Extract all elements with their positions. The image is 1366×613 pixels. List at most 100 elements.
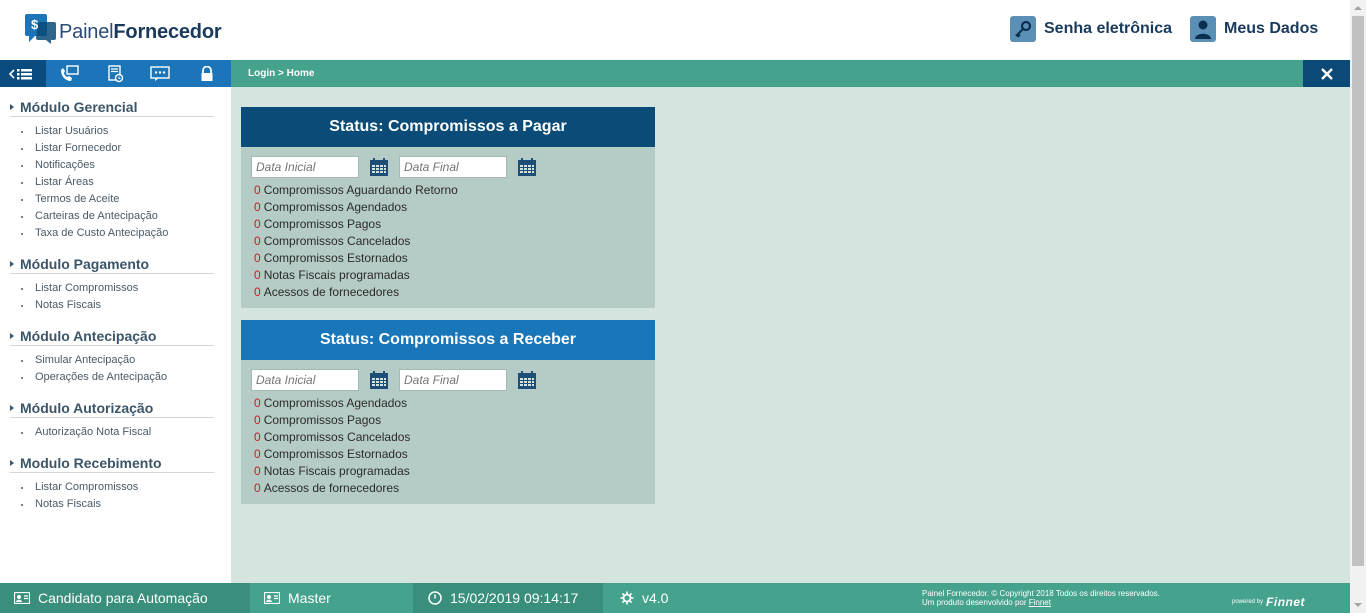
finnet-link[interactable]: Finnet: [1029, 598, 1051, 607]
sidebar-item-autorizacao-nota[interactable]: Autorização Nota Fiscal: [10, 424, 214, 441]
status-line: 0 Compromissos Agendados: [251, 395, 645, 412]
status-count: 0: [254, 251, 261, 265]
card-title: Status: Compromissos a Pagar: [241, 107, 655, 147]
status-label: Compromissos Cancelados: [263, 430, 411, 444]
status-line: 0 Compromissos Estornados: [251, 250, 645, 267]
status-line: 0 Notas Fiscais programadas: [251, 463, 645, 480]
calendar-icon[interactable]: [517, 157, 537, 177]
sidebar-item-listar-compromissos[interactable]: Listar Compromissos: [10, 280, 214, 297]
card-compromissos-pagar: Status: Compromissos a Pagar 0Compromiss…: [241, 107, 655, 308]
status-line: 0 Compromissos Pagos: [251, 216, 645, 233]
status-count: 0: [254, 430, 261, 444]
sidebar-item-carteiras-antecipacao[interactable]: Carteiras de Antecipação: [10, 208, 214, 225]
status-label: Compromissos Cancelados: [263, 234, 411, 248]
footer-user: Candidato para Automação: [0, 583, 250, 613]
scroll-down-icon[interactable]: [1350, 597, 1366, 613]
sidebar-item-taxa-custo[interactable]: Taxa de Custo Antecipação: [10, 225, 214, 242]
status-line: 0 Compromissos Cancelados: [251, 233, 645, 250]
sidebar-item-notas-fiscais[interactable]: Notas Fiscais: [10, 496, 214, 513]
status-count: 0: [254, 481, 261, 495]
gear-icon: [620, 591, 634, 605]
logo-icon: $: [24, 13, 57, 45]
page-header: $ PainelFornecedor Senha eletrônica Meus…: [0, 0, 1350, 60]
copyright-text: Painel Fornecedor. © Copyright 2018 Todo…: [922, 589, 1160, 607]
breadcrumb: Login > Home: [248, 68, 315, 79]
module-title[interactable]: Módulo Gerencial: [10, 97, 214, 117]
status-label: Acessos de fornecedores: [263, 285, 400, 299]
module-title[interactable]: Módulo Pagamento: [10, 254, 214, 274]
page-scrollbar[interactable]: [1350, 0, 1366, 613]
status-count: 0: [254, 447, 261, 461]
logo-text: PainelFornecedor: [59, 21, 222, 43]
footer-bar: Candidato para Automação Master 15/02/20…: [0, 583, 1350, 613]
status-count: 0: [254, 268, 261, 282]
id-card-icon: [14, 592, 30, 604]
phone-icon[interactable]: [46, 60, 92, 87]
status-line: 0 Notas Fiscais programadas: [251, 267, 645, 284]
status-label: Acessos de fornecedores: [263, 481, 400, 495]
close-icon[interactable]: [1303, 60, 1350, 87]
module-title[interactable]: Módulo Autorização: [10, 398, 214, 418]
sidebar-item-termos-aceite[interactable]: Termos de Aceite: [10, 191, 214, 208]
finnet-brand-logo: Finnet: [1266, 595, 1306, 609]
status-line: 0 Compromissos Pagos: [251, 412, 645, 429]
sidebar-item-listar-usuarios[interactable]: Listar Usuários: [10, 123, 214, 140]
module-pagamento: Módulo Pagamento Listar Compromissos Not…: [10, 254, 214, 314]
module-title[interactable]: Modulo Recebimento: [10, 453, 214, 473]
data-inicial-input[interactable]: [251, 155, 359, 178]
sidebar-item-operacoes-antecipacao[interactable]: Operações de Antecipação: [10, 369, 214, 386]
senha-eletronica-label: Senha eletrônica: [1044, 20, 1173, 37]
status-line: 0 Acessos de fornecedores: [251, 284, 645, 301]
document-icon[interactable]: [92, 60, 138, 87]
list-menu-icon[interactable]: [0, 60, 46, 87]
data-final-input[interactable]: [399, 368, 507, 391]
card-title: Status: Compromissos a Receber: [241, 320, 655, 360]
module-antecipacao: Módulo Antecipação Simular Antecipação O…: [10, 326, 214, 386]
calendar-icon[interactable]: [517, 370, 537, 390]
scroll-up-icon[interactable]: [1350, 0, 1366, 16]
status-line: 0 Compromissos Aguardando Retorno: [251, 182, 645, 199]
status-count: 0: [254, 285, 261, 299]
calendar-icon[interactable]: [369, 370, 389, 390]
id-card-icon: [264, 592, 280, 604]
sidebar-item-simular-antecipacao[interactable]: Simular Antecipação: [10, 352, 214, 369]
sidebar-item-listar-fornecedor[interactable]: Listar Fornecedor: [10, 140, 214, 157]
status-count: 0: [254, 217, 261, 231]
footer-role-label: Master: [288, 590, 331, 606]
status-label: Compromissos Estornados: [263, 251, 408, 265]
calendar-icon[interactable]: [369, 157, 389, 177]
nav-icon-group: [0, 60, 231, 87]
sidebar-item-notificacoes[interactable]: Notificações: [10, 157, 214, 174]
footer-datetime: 15/02/2019 09:14:17: [413, 583, 603, 613]
data-inicial-input[interactable]: [251, 368, 359, 391]
sidebar-item-listar-compromissos[interactable]: Listar Compromissos: [10, 479, 214, 496]
status-count: 0: [254, 464, 261, 478]
chat-icon[interactable]: [138, 60, 184, 87]
main-content: Status: Compromissos a Pagar 0Compromiss…: [231, 87, 1350, 583]
lock-icon[interactable]: [184, 60, 230, 87]
meus-dados-label: Meus Dados: [1224, 20, 1319, 37]
footer-datetime-value: 15/02/2019 09:14:17: [450, 590, 579, 606]
meus-dados-link[interactable]: Meus Dados: [1190, 15, 1318, 43]
status-count: 0: [254, 200, 261, 214]
sidebar-item-notas-fiscais[interactable]: Notas Fiscais: [10, 297, 214, 314]
status-label: Compromissos Pagos: [263, 217, 382, 231]
powered-by-label: powered by: [1232, 599, 1264, 605]
status-label: Compromissos Estornados: [263, 447, 408, 461]
scrollbar-thumb[interactable]: [1352, 16, 1364, 566]
logo[interactable]: $ PainelFornecedor: [24, 13, 222, 45]
status-label: Compromissos Aguardando Retorno: [263, 183, 458, 197]
developer-prefix: Um produto desenvolvido por: [922, 598, 1029, 607]
powered-by: powered by Finnet: [1232, 595, 1305, 609]
senha-eletronica-link[interactable]: Senha eletrônica: [1010, 15, 1172, 43]
data-final-input[interactable]: [399, 155, 507, 178]
status-label: Compromissos Agendados: [263, 200, 408, 214]
footer-version: v4.0: [603, 583, 723, 613]
status-line: 0 Acessos de fornecedores: [251, 480, 645, 497]
card-compromissos-receber: Status: Compromissos a Receber 0Compromi…: [241, 320, 655, 504]
sidebar-item-listar-areas[interactable]: Listar Áreas: [10, 174, 214, 191]
module-title[interactable]: Módulo Antecipação: [10, 326, 214, 346]
footer-role: Master: [250, 583, 413, 613]
date-filter-row: [251, 368, 645, 391]
key-icon: [1010, 16, 1036, 42]
